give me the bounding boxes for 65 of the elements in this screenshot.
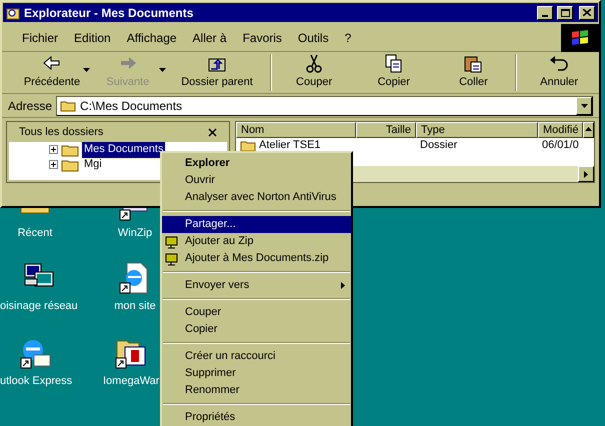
toolbar-button[interactable]: Annuler [519, 52, 599, 93]
scroll-up-button[interactable] [583, 122, 594, 138]
menu-item[interactable]: Favoris [242, 28, 282, 46]
up-triangle-icon [585, 127, 592, 131]
toolbar-button[interactable]: Précédente [14, 52, 90, 93]
menu-item[interactable]: Aller à [192, 28, 227, 46]
column-header[interactable]: Taille [356, 122, 416, 138]
toolbar-button[interactable]: Couper [274, 52, 354, 93]
menu-item[interactable]: Envoyer vers [162, 277, 351, 294]
expand-icon[interactable] [49, 145, 58, 154]
folder-icon [61, 158, 79, 172]
windows-logo [561, 24, 599, 52]
tree-item[interactable]: Mes Documents [82, 142, 166, 158]
address-label: Adresse [8, 98, 52, 114]
toolbar-button[interactable]: Dossier parent [166, 52, 268, 93]
x-icon [583, 9, 591, 16]
menu-item[interactable]: ? [344, 28, 352, 46]
menu-item[interactable]: Fichier [22, 28, 58, 46]
menu-item[interactable]: Ajouter au Zip [162, 233, 351, 250]
window-title: Explorateur - Mes Documents [24, 4, 194, 22]
expand-icon[interactable] [49, 160, 58, 169]
close-button[interactable] [579, 6, 595, 20]
menu-item[interactable]: Explorer [162, 155, 351, 172]
submenu-arrow-icon [341, 282, 345, 289]
caret-icon[interactable] [82, 68, 90, 72]
dropdown-button[interactable] [576, 96, 592, 114]
menu-item[interactable]: Copier [162, 321, 351, 338]
menu-item[interactable]: Analyser avec Norton AntiVirus [162, 189, 351, 206]
column-header[interactable]: Modifié [538, 122, 583, 138]
file-name[interactable]: Atelier TSE1 [259, 137, 321, 154]
menu-item[interactable]: Créer un raccourci [162, 348, 351, 365]
icon-label[interactable]: WinZip [118, 225, 152, 242]
column-header[interactable]: Nom [236, 122, 356, 138]
tree-item[interactable]: Mgi [82, 156, 104, 173]
toolbar-button[interactable]: Copier [354, 52, 434, 93]
icon-label[interactable]: Récent [18, 225, 52, 242]
folder-icon [61, 142, 79, 156]
icon-label[interactable]: mon site [114, 298, 156, 314]
close-icon[interactable] [208, 128, 217, 136]
down-triangle-icon [580, 104, 588, 108]
menu-item[interactable]: Renommer [162, 382, 351, 399]
menu-item[interactable]: Couper [162, 304, 351, 321]
menu-item[interactable]: Edition [74, 28, 111, 46]
menu-item[interactable]: Propriétés [162, 409, 351, 426]
folder-icon [60, 99, 76, 112]
icon-label[interactable]: utlook Express [0, 373, 72, 390]
right-triangle-icon [584, 170, 588, 178]
icon-label[interactable]: IomegaWar [103, 373, 160, 390]
explorer-icon [6, 6, 20, 20]
minimize-button[interactable] [537, 6, 553, 20]
menu-item[interactable]: Affichage [126, 28, 177, 46]
column-header[interactable]: Type [416, 122, 538, 138]
pane-title: Tous les dossiers [19, 124, 104, 140]
menu-item[interactable]: Supprimer [162, 365, 351, 382]
menu-item[interactable]: Partager... [162, 216, 351, 233]
menu-item[interactable]: Outils [298, 28, 329, 46]
address-field[interactable]: C:\Mes Documents [56, 96, 593, 116]
menu-item[interactable]: Ouvrir [162, 172, 351, 189]
icon-label[interactable]: oisinage réseau [0, 298, 78, 314]
toolbar-button[interactable]: Coller [434, 52, 514, 93]
file-date: 06/01/0 [541, 138, 580, 154]
menu-item[interactable]: Ajouter à Mes Documents.zip [162, 250, 351, 267]
maximize-button[interactable] [557, 6, 573, 20]
file-type: Dossier [419, 138, 458, 154]
clipboard-icon [462, 54, 484, 74]
